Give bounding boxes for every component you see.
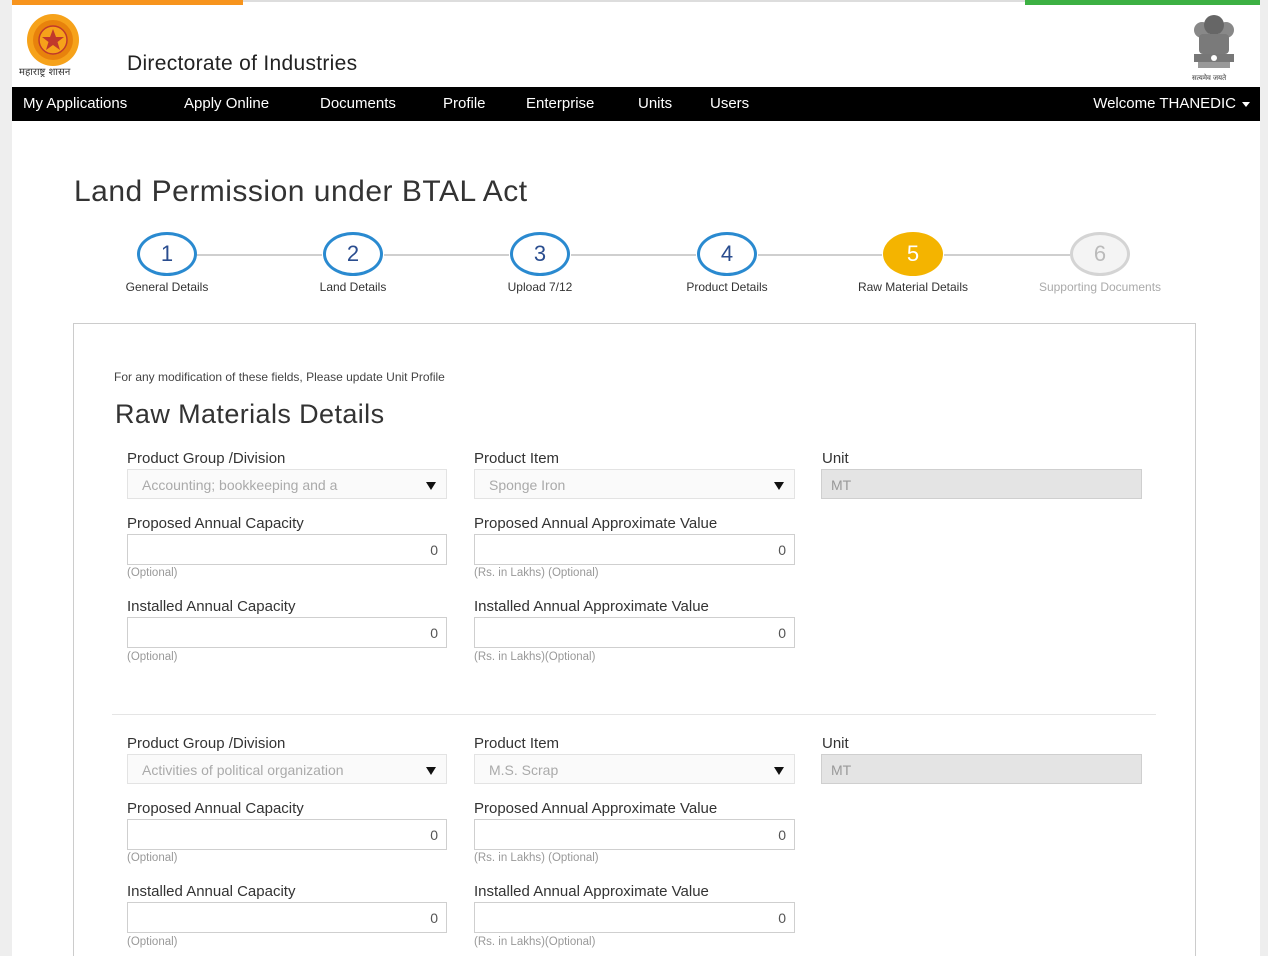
product-item-value: M.S. Scrap <box>489 762 559 778</box>
proposed-value-hint: (Rs. in Lakhs) (Optional) <box>474 852 599 864</box>
product-item-label: Product Item <box>474 735 560 752</box>
product-group-select[interactable]: Activities of political organization <box>127 754 447 784</box>
maharashtra-seal-icon <box>27 14 79 66</box>
user-menu[interactable]: Welcome THANEDIC <box>1093 95 1250 112</box>
step-6-label: Supporting Documents <box>1038 280 1162 294</box>
proposed-capacity-label: Proposed Annual Capacity <box>127 800 304 817</box>
nav-profile[interactable]: Profile <box>443 95 486 112</box>
welcome-text: Welcome THANEDIC <box>1093 95 1236 112</box>
unit-label: Unit <box>822 450 849 467</box>
page-title: Land Permission under BTAL Act <box>74 175 528 208</box>
unit-label: Unit <box>822 735 849 752</box>
raw-materials-panel: For any modification of these fields, Pl… <box>73 323 1196 956</box>
installed-capacity-hint: (Optional) <box>127 936 178 948</box>
orange-stripe <box>12 0 243 5</box>
nav-my-applications[interactable]: My Applications <box>23 95 127 112</box>
installed-capacity-label: Installed Annual Capacity <box>127 883 296 900</box>
product-item-select[interactable]: M.S. Scrap <box>474 754 795 784</box>
unit-field: MT <box>821 469 1142 499</box>
installed-value-hint: (Rs. in Lakhs)(Optional) <box>474 651 596 663</box>
step-6-circle: 6 <box>1070 232 1130 276</box>
nav-apply-online[interactable]: Apply Online <box>184 95 269 112</box>
step-2-label: Land Details <box>319 280 387 294</box>
installed-capacity-hint: (Optional) <box>127 651 178 663</box>
step-connector <box>197 254 322 256</box>
step-5-circle[interactable]: 5 <box>883 232 943 276</box>
step-5-label: Raw Material Details <box>857 280 969 294</box>
app-frame: महाराष्ट्र शासन Directorate of Industrie… <box>12 0 1260 956</box>
step-4-circle[interactable]: 4 <box>697 232 757 276</box>
step-connector <box>944 254 1070 256</box>
proposed-capacity-label: Proposed Annual Capacity <box>127 515 304 532</box>
profile-update-note: For any modification of these fields, Pl… <box>114 370 445 384</box>
installed-capacity-input[interactable] <box>127 902 447 933</box>
emblem-caption: सत्यमेव जयते <box>1192 75 1227 82</box>
wizard-stepper: 1 General Details 2 Land Details 3 Uploa… <box>12 230 1260 310</box>
nav-units[interactable]: Units <box>638 95 672 112</box>
nav-documents[interactable]: Documents <box>320 95 396 112</box>
proposed-value-hint: (Rs. in Lakhs) (Optional) <box>474 567 599 579</box>
dropdown-arrow-icon <box>774 767 784 775</box>
unit-field: MT <box>821 754 1142 784</box>
dropdown-arrow-icon <box>426 482 436 490</box>
product-group-value: Activities of political organization <box>142 762 344 778</box>
proposed-value-input[interactable] <box>474 534 795 565</box>
product-group-label: Product Group /Division <box>127 450 286 467</box>
proposed-capacity-input[interactable] <box>127 819 447 850</box>
nav-users[interactable]: Users <box>710 95 749 112</box>
proposed-capacity-hint: (Optional) <box>127 852 178 864</box>
proposed-capacity-input[interactable] <box>127 534 447 565</box>
product-item-value: Sponge Iron <box>489 477 566 493</box>
block-divider <box>112 714 1156 715</box>
installed-value-input[interactable] <box>474 902 795 933</box>
tricolor-bar <box>12 0 1260 5</box>
step-connector <box>384 254 509 256</box>
step-3-circle[interactable]: 3 <box>510 232 570 276</box>
proposed-capacity-hint: (Optional) <box>127 567 178 579</box>
dropdown-arrow-icon <box>774 482 784 490</box>
nav-enterprise[interactable]: Enterprise <box>526 95 594 112</box>
installed-value-hint: (Rs. in Lakhs)(Optional) <box>474 936 596 948</box>
installed-capacity-label: Installed Annual Capacity <box>127 598 296 615</box>
green-stripe <box>1025 0 1260 5</box>
product-group-select[interactable]: Accounting; bookkeeping and a <box>127 469 447 499</box>
national-emblem-icon <box>1194 15 1234 68</box>
proposed-value-label: Proposed Annual Approximate Value <box>474 515 718 532</box>
step-3-label: Upload 7/12 <box>507 280 573 294</box>
product-group-value: Accounting; bookkeeping and a <box>142 477 338 493</box>
grey-stripe <box>243 0 1025 2</box>
logo-caption: महाराष्ट्र शासन <box>19 67 71 78</box>
step-4-label: Product Details <box>686 280 768 294</box>
product-item-label: Product Item <box>474 450 560 467</box>
dropdown-arrow-icon <box>426 767 436 775</box>
product-group-label: Product Group /Division <box>127 735 286 752</box>
installed-value-label: Installed Annual Approximate Value <box>474 598 709 615</box>
proposed-value-input[interactable] <box>474 819 795 850</box>
proposed-value-label: Proposed Annual Approximate Value <box>474 800 718 817</box>
installed-capacity-input[interactable] <box>127 617 447 648</box>
installed-value-input[interactable] <box>474 617 795 648</box>
main-nav: My Applications Apply Online Documents P… <box>12 87 1260 121</box>
section-title: Raw Materials Details <box>115 399 385 429</box>
installed-value-label: Installed Annual Approximate Value <box>474 883 709 900</box>
step-2-circle[interactable]: 2 <box>323 232 383 276</box>
step-1-label: General Details <box>125 280 209 294</box>
site-title: Directorate of Industries <box>127 52 358 75</box>
step-connector <box>571 254 696 256</box>
caret-down-icon <box>1242 101 1250 107</box>
step-connector <box>758 254 882 256</box>
step-1-circle[interactable]: 1 <box>137 232 197 276</box>
product-item-select[interactable]: Sponge Iron <box>474 469 795 499</box>
